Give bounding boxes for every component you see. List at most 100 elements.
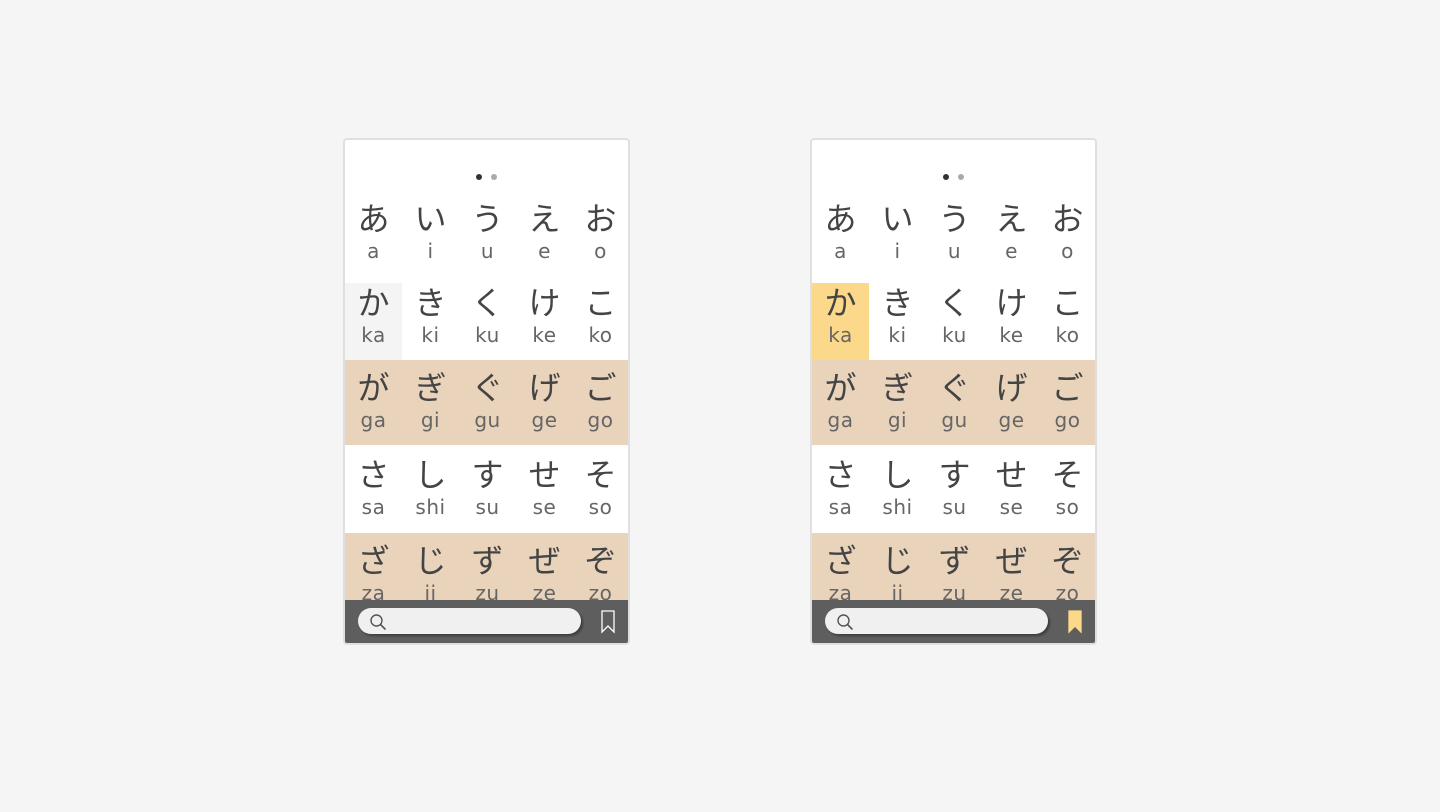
kana-cell-ka[interactable]: か ka [812,283,869,360]
kana-character: そ [1051,456,1084,494]
kana-cell-su[interactable]: す su [926,445,983,533]
kana-character: ぞ [1051,542,1084,580]
romaji-label: u [947,239,962,263]
kana-cell-o[interactable]: おo [573,195,628,283]
kana-cell-ko[interactable]: こ ko [1040,283,1095,360]
romaji-label: go [587,408,614,432]
page-dot-2[interactable] [491,174,497,180]
kana-character: ぎ [881,369,914,407]
kana-character: し [414,456,447,494]
kana-character: さ [357,456,390,494]
kana-cell-shi[interactable]: し shi [869,445,926,533]
kana-cell-sa[interactable]: さ sa [345,445,402,533]
bookmark-icon[interactable] [600,610,616,634]
kana-row: さ sa し shi す su せ se そ so [345,445,628,533]
kana-cell-ko[interactable]: こ ko [573,283,628,360]
romaji-label: gu [941,408,968,432]
kana-cell-i[interactable]: いi [869,195,926,283]
kana-character: そ [584,456,617,494]
kana-cell-e[interactable]: えe [516,195,573,283]
search-input[interactable] [825,608,1048,634]
kana-cell-ki[interactable]: き ki [869,283,926,360]
kana-cell-se[interactable]: せ se [983,445,1040,533]
kana-character: し [881,456,914,494]
kana-screen-selected: あ a い i う u え e お o か ka き ki く ku け ke こ ko が ga ぎ gi ぐ gu げ ge ご go… [810,138,1097,645]
kana-cell-gu[interactable]: ぐ gu [459,360,516,445]
kana-row: あaいiうuえeおo [345,195,628,283]
kana-character: こ [584,284,617,322]
kana-cell-ki[interactable]: き ki [402,283,459,360]
kana-cell-ge[interactable]: げ ge [516,360,573,445]
kana-character: ご [1051,369,1084,407]
romaji-label: i [427,239,434,263]
romaji-label: su [942,495,967,519]
kana-cell-shi[interactable]: し shi [402,445,459,533]
romaji-label: su [475,495,500,519]
romaji-label: a [367,239,380,263]
kana-cell-gu[interactable]: ぐ gu [926,360,983,445]
romaji-label: gi [420,408,441,432]
kana-character: く [938,284,971,322]
kana-character: き [414,284,447,322]
kana-cell-ge[interactable]: げ ge [983,360,1040,445]
kana-cell-ku[interactable]: く ku [459,283,516,360]
romaji-label: ga [360,408,387,432]
kana-cell-go[interactable]: ご go [573,360,628,445]
kana-cell-sa[interactable]: さ sa [812,445,869,533]
romaji-label: ko [1055,323,1080,347]
kana-cell-ka[interactable]: か ka [345,283,402,360]
kana-cell-se[interactable]: せ se [516,445,573,533]
kana-character: い [881,200,914,238]
page-indicator[interactable] [345,174,628,180]
kana-cell-gi[interactable]: ぎ gi [869,360,926,445]
kana-grid: あ a い i う u え e お o か ka き ki く ku け ke こ ko が ga ぎ gi ぐ gu げ ge ご go… [345,195,628,613]
romaji-label: ki [421,323,440,347]
kana-character: じ [881,542,914,580]
romaji-label: sa [828,495,853,519]
search-input[interactable] [358,608,581,634]
romaji-label: i [894,239,901,263]
romaji-label: ko [588,323,613,347]
page-indicator[interactable] [812,174,1095,180]
romaji-label: go [1054,408,1081,432]
romaji-label: shi [882,495,913,519]
kana-cell-ku[interactable]: く ku [926,283,983,360]
kana-character: ご [584,369,617,407]
kana-cell-gi[interactable]: ぎ gi [402,360,459,445]
kana-cell-e[interactable]: えe [983,195,1040,283]
romaji-label: a [834,239,847,263]
romaji-label: so [588,495,613,519]
kana-cell-ga[interactable]: が ga [812,360,869,445]
page-dot-2[interactable] [958,174,964,180]
kana-cell-i[interactable]: いi [402,195,459,283]
kana-cell-u[interactable]: うu [926,195,983,283]
kana-cell-u[interactable]: うu [459,195,516,283]
kana-cell-a[interactable]: あa [345,195,402,283]
kana-character: ず [471,542,504,580]
kana-cell-go[interactable]: ご go [1040,360,1095,445]
kana-cell-ga[interactable]: が ga [345,360,402,445]
kana-cell-ke[interactable]: け ke [983,283,1040,360]
kana-cell-o[interactable]: おo [1040,195,1095,283]
romaji-label: ku [942,323,967,347]
romaji-label: e [1005,239,1018,263]
kana-character: げ [528,369,561,407]
bookmark-icon[interactable] [1067,610,1083,634]
page-dot-1[interactable] [943,174,949,180]
romaji-label: sa [361,495,386,519]
romaji-label: ge [531,408,558,432]
page-dot-1[interactable] [476,174,482,180]
romaji-label: ge [998,408,1025,432]
romaji-label: o [1061,239,1074,263]
kana-cell-ke[interactable]: け ke [516,283,573,360]
romaji-label: ka [828,323,853,347]
kana-cell-a[interactable]: あa [812,195,869,283]
kana-character: せ [995,456,1028,494]
kana-row: あaいiうuえeおo [812,195,1095,283]
romaji-label: ki [888,323,907,347]
kana-cell-so[interactable]: そ so [1040,445,1095,533]
kana-row: か ka き ki く ku け ke こ ko [345,283,628,360]
kana-cell-su[interactable]: す su [459,445,516,533]
kana-character: こ [1051,284,1084,322]
kana-cell-so[interactable]: そ so [573,445,628,533]
